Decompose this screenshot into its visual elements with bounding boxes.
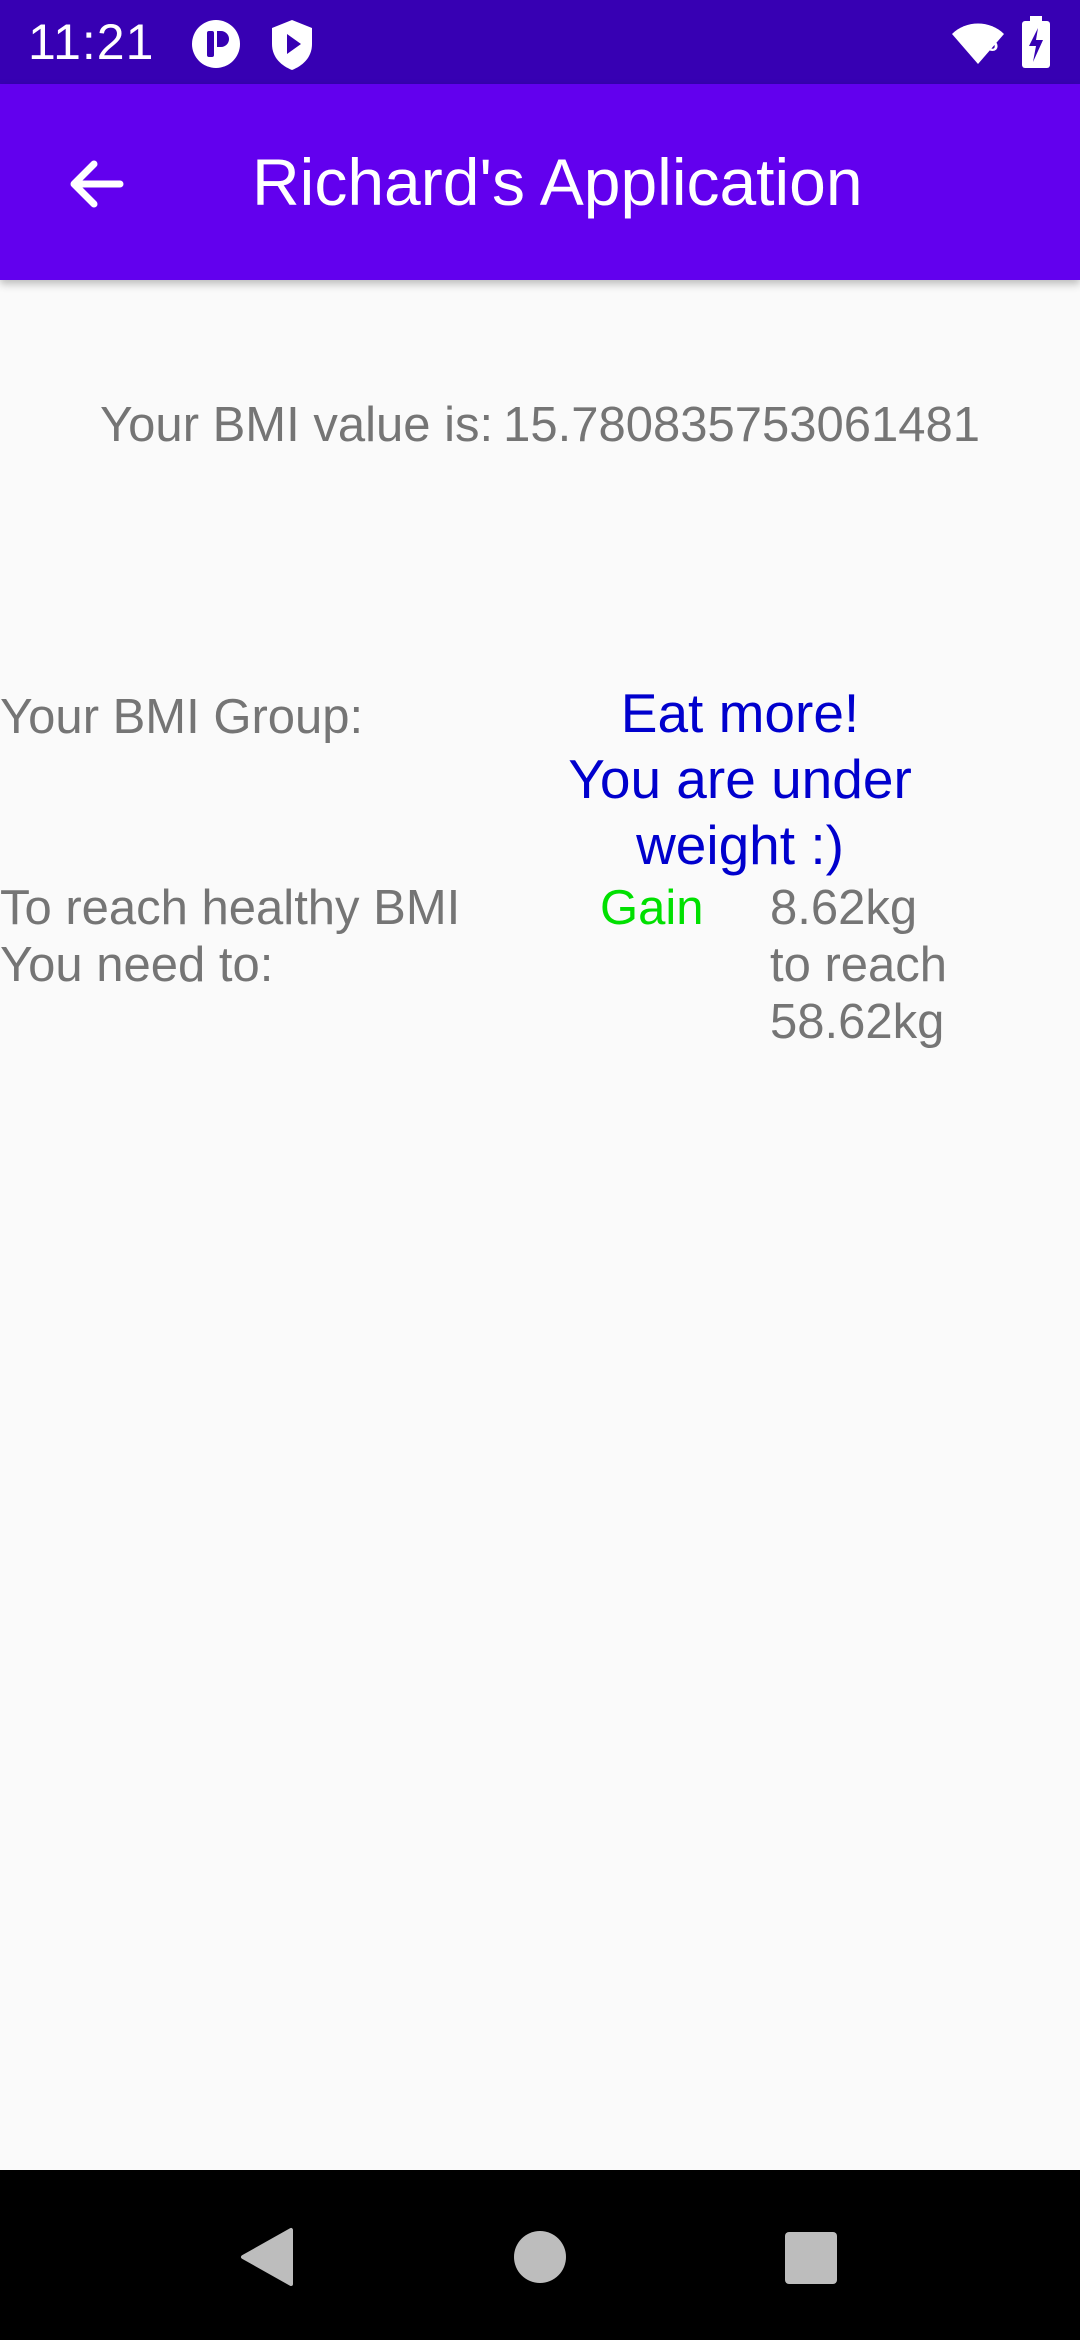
status-time: 11:21 [28,14,155,70]
bmi-group-label: Your BMI Group: [0,690,364,744]
recents-square-icon [785,2232,837,2284]
bmi-group-message: Eat more! You are under weight :) [530,680,950,878]
group-message-line: You are under [568,748,912,810]
arrow-back-icon [70,160,124,208]
app-bar: Richard's Application [0,84,1080,280]
healthy-bmi-label-line: To reach healthy BMI [0,881,461,935]
back-button[interactable] [48,136,144,232]
status-bar: 11:21 5 [0,0,1080,84]
nav-recents-button[interactable] [775,2222,845,2292]
home-circle-icon [514,2231,566,2283]
weight-action-label: Gain [600,881,704,935]
bmi-value-label: Your BMI value is: [100,398,494,452]
bmi-value-text: Your BMI value is: 15.780835753061481 [0,395,1080,455]
group-message-line: weight :) [636,814,844,876]
weight-target-line: 8.62kg [770,881,918,935]
nav-home-button[interactable] [505,2222,575,2292]
play-protect-icon [268,18,316,76]
nav-back-button[interactable] [233,2222,303,2292]
weight-target-line: to reach [770,938,948,992]
group-message-line: Eat more! [620,682,860,744]
weight-target-text: 8.62kg to reach 58.62kg [770,880,947,1051]
system-nav-bar [0,2170,1080,2340]
healthy-bmi-label-line: You need to: [0,938,274,992]
healthy-bmi-label: To reach healthy BMI You need to: [0,880,460,994]
back-triangle-icon [241,2228,293,2286]
weight-target-line: 58.62kg [770,995,945,1049]
battery-charging-icon [1020,16,1052,74]
app-notification-icon [190,18,242,74]
bmi-value-number: 15.780835753061481 [503,398,980,452]
app-title: Richard's Application [252,145,863,219]
wifi-badge: 5 [987,34,999,56]
